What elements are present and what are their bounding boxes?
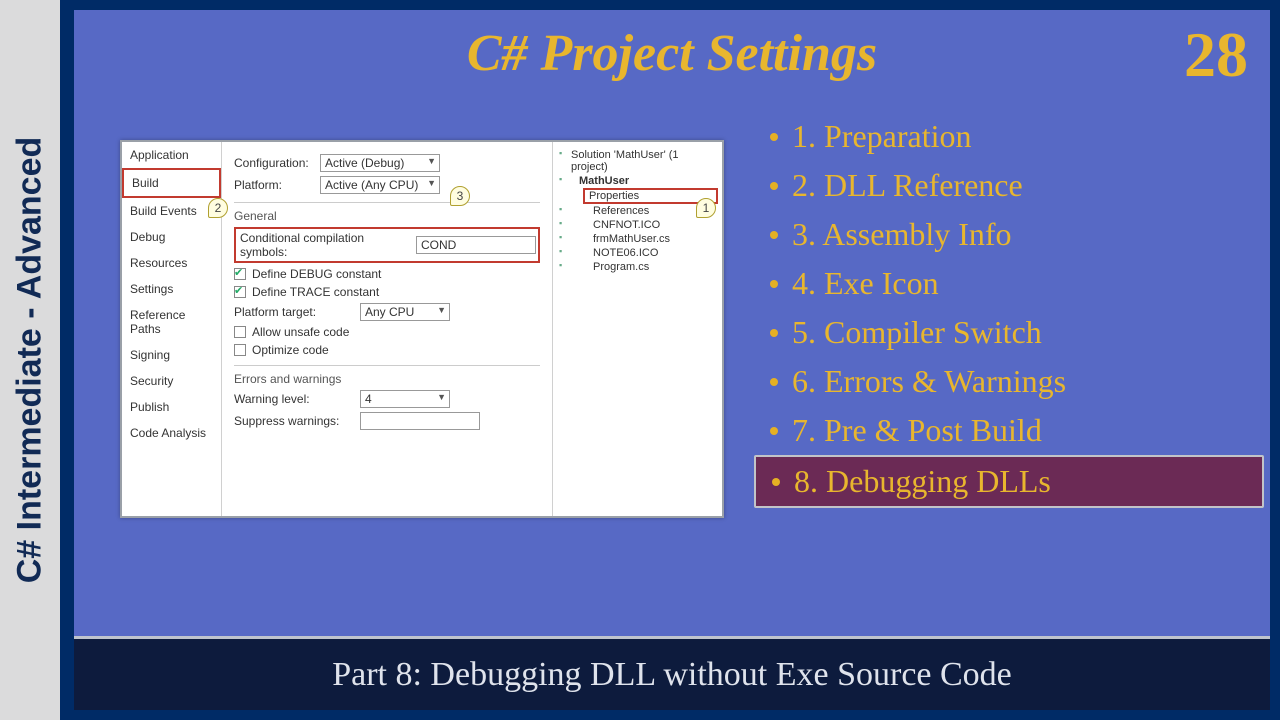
side-label: C# Intermediate - Advanced (11, 137, 50, 584)
vs-project-settings-screenshot: ApplicationBuildBuild EventsDebugResourc… (120, 140, 724, 518)
references-node[interactable]: References (557, 204, 718, 218)
agenda-item-2: 2. DLL Reference (754, 161, 1264, 210)
slide-frame: C# Project Settings 28 ApplicationBuildB… (64, 0, 1280, 720)
project-node[interactable]: MathUser (557, 174, 718, 188)
errors-warnings-group-label: Errors and warnings (234, 365, 540, 386)
file-node[interactable]: CNFNOT.ICO (557, 218, 718, 232)
agenda-item-label: 6. Errors & Warnings (792, 363, 1066, 400)
config-select[interactable]: Active (Debug) (320, 154, 440, 172)
file-node[interactable]: NOTE06.ICO (557, 246, 718, 260)
agenda-list: 1. Preparation 2. DLL Reference 3. Assembl… (754, 112, 1264, 508)
vs-tab-build-events[interactable]: Build Events (122, 198, 221, 224)
bullet-icon (770, 231, 778, 239)
agenda-item-label: 2. DLL Reference (792, 167, 1023, 204)
vs-tab-settings[interactable]: Settings (122, 276, 221, 302)
warning-level-select[interactable]: 4 (360, 390, 450, 408)
suppress-warnings-label: Suppress warnings: (234, 414, 354, 428)
footer-text: Part 8: Debugging DLL without Exe Source… (332, 656, 1012, 694)
bullet-icon (770, 329, 778, 337)
optimize-label: Optimize code (252, 343, 329, 357)
vs-build-panel: Configuration: Active (Debug) Platform: … (222, 142, 552, 516)
bullet-icon (770, 182, 778, 190)
agenda-item-1: 1. Preparation (754, 112, 1264, 161)
agenda-item-label: 3. Assembly Info (792, 216, 1012, 253)
solution-explorer: Solution 'MathUser' (1 project) MathUser… (552, 142, 722, 516)
vs-tab-debug[interactable]: Debug (122, 224, 221, 250)
agenda-item-7: 7. Pre & Post Build (754, 406, 1264, 455)
agenda-item-label: 4. Exe Icon (792, 265, 939, 302)
trace-constant-label: Define TRACE constant (252, 285, 379, 299)
vs-tab-resources[interactable]: Resources (122, 250, 221, 276)
agenda-item-6: 6. Errors & Warnings (754, 357, 1264, 406)
unsafe-checkbox[interactable] (234, 326, 246, 338)
debug-constant-label: Define DEBUG constant (252, 267, 381, 281)
debug-constant-checkbox[interactable] (234, 268, 246, 280)
slide-number: 28 (1184, 18, 1248, 92)
cond-symbols-input[interactable]: COND (416, 236, 536, 254)
callout-1: 1 (696, 198, 716, 218)
agenda-item-label: 5. Compiler Switch (792, 314, 1042, 351)
vs-tab-security[interactable]: Security (122, 368, 221, 394)
optimize-checkbox[interactable] (234, 344, 246, 356)
slide-title: C# Project Settings (74, 10, 1270, 83)
platform-label: Platform: (234, 178, 314, 192)
general-group-label: General (234, 202, 540, 223)
vs-tab-list: ApplicationBuildBuild EventsDebugResourc… (122, 142, 222, 516)
vs-tab-build[interactable]: Build (122, 168, 221, 198)
cond-symbols-label: Conditional compilation symbols: (240, 231, 410, 259)
platform-select[interactable]: Active (Any CPU) (320, 176, 440, 194)
agenda-item-3: 3. Assembly Info (754, 210, 1264, 259)
bullet-icon (772, 478, 780, 486)
file-node[interactable]: Program.cs (557, 260, 718, 274)
callout-3: 3 (450, 186, 470, 206)
suppress-warnings-input[interactable] (360, 412, 480, 430)
agenda-item-label: 1. Preparation (792, 118, 972, 155)
warning-level-label: Warning level: (234, 392, 354, 406)
bullet-icon (770, 133, 778, 141)
agenda-item-8: 8. Debugging DLLs (754, 455, 1264, 508)
vs-tab-reference-paths[interactable]: Reference Paths (122, 302, 221, 342)
bullet-icon (770, 280, 778, 288)
vs-tab-signing[interactable]: Signing (122, 342, 221, 368)
config-label: Configuration: (234, 156, 314, 170)
agenda-item-4: 4. Exe Icon (754, 259, 1264, 308)
agenda-item-label: 8. Debugging DLLs (794, 463, 1051, 500)
solution-root[interactable]: Solution 'MathUser' (1 project) (557, 148, 718, 174)
footer-bar: Part 8: Debugging DLL without Exe Source… (74, 636, 1270, 710)
platform-target-label: Platform target: (234, 305, 354, 319)
left-sidebar: C# Intermediate - Advanced (0, 0, 64, 720)
vs-tab-code-analysis[interactable]: Code Analysis (122, 420, 221, 446)
vs-tab-application[interactable]: Application (122, 142, 221, 168)
agenda-item-5: 5. Compiler Switch (754, 308, 1264, 357)
unsafe-label: Allow unsafe code (252, 325, 349, 339)
vs-tab-publish[interactable]: Publish (122, 394, 221, 420)
bullet-icon (770, 378, 778, 386)
platform-target-select[interactable]: Any CPU (360, 303, 450, 321)
file-node[interactable]: frmMathUser.cs (557, 232, 718, 246)
agenda-item-label: 7. Pre & Post Build (792, 412, 1042, 449)
trace-constant-checkbox[interactable] (234, 286, 246, 298)
bullet-icon (770, 427, 778, 435)
